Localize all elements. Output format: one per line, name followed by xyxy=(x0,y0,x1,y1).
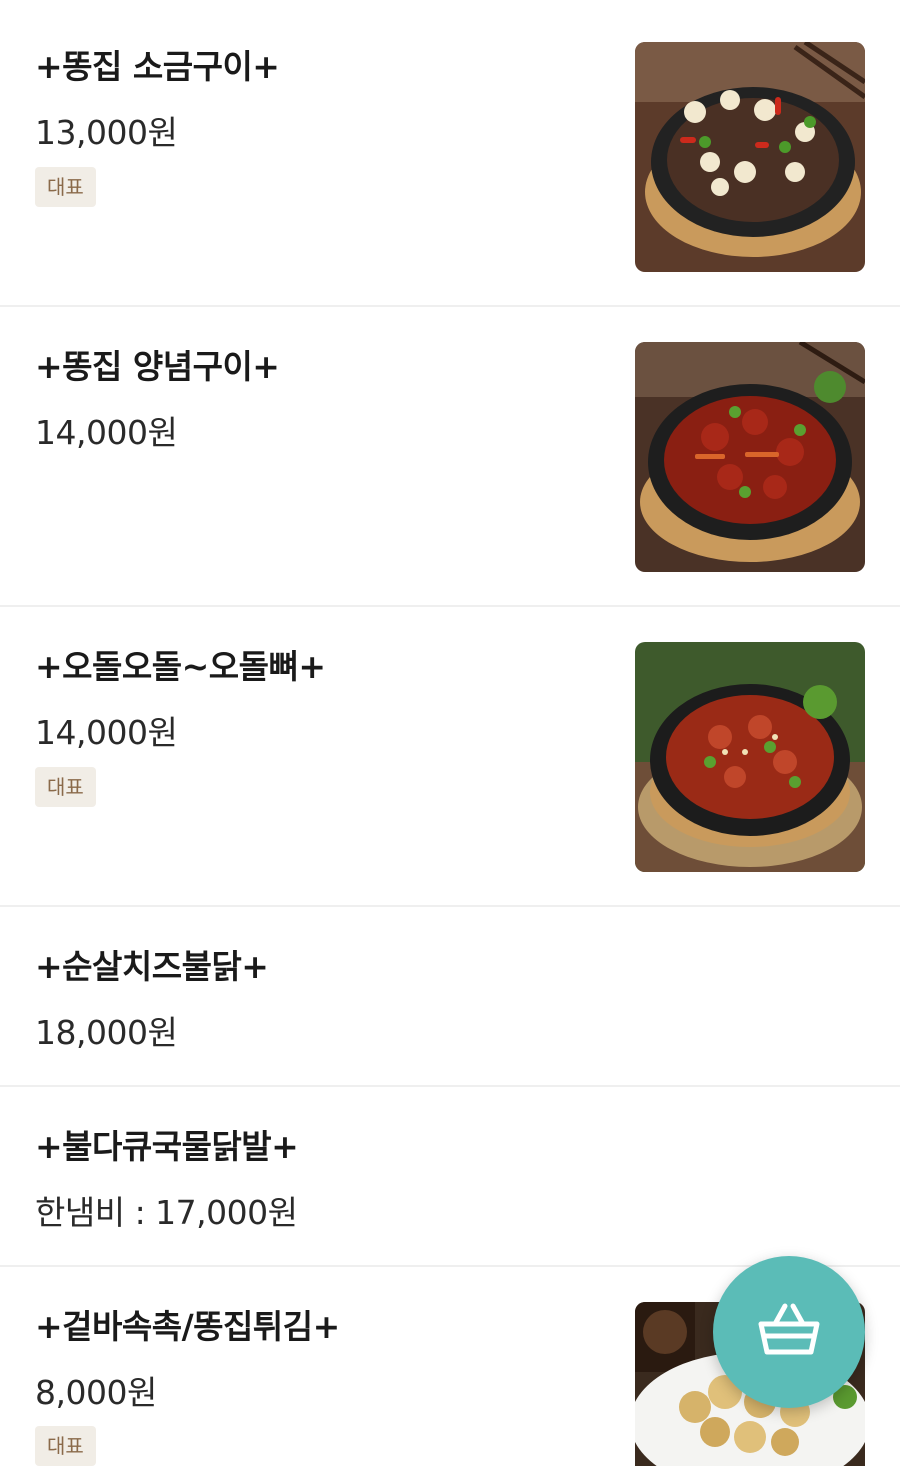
menu-item-name: +겉바속촉/똥집튀김+ xyxy=(35,1307,340,1346)
signature-badge: 대표 xyxy=(35,167,96,207)
salt-grilled-gizzard-photo xyxy=(635,42,865,272)
cartilage-photo xyxy=(635,642,865,872)
menu-item-price: 8,000원 xyxy=(35,1373,157,1412)
cart-button[interactable] xyxy=(713,1256,865,1408)
signature-badge: 대표 xyxy=(35,767,96,807)
signature-badge: 대표 xyxy=(35,1426,96,1466)
menu-item[interactable]: +오돌오돌~오돌뼈+ 14,000원 대표 xyxy=(0,607,900,907)
menu-item-name: +똥집 소금구이+ xyxy=(35,47,280,86)
menu-item-price: 한냄비 : 17,000원 xyxy=(35,1193,298,1232)
menu-item-price: 18,000원 xyxy=(35,1013,178,1052)
menu-item-name: +똥집 양념구이+ xyxy=(35,347,280,386)
menu-item-price: 13,000원 xyxy=(35,113,178,152)
menu-item[interactable]: +순살치즈불닭+ 18,000원 xyxy=(0,907,900,1087)
menu-item-name: +오돌오돌~오돌뼈+ xyxy=(35,647,326,686)
menu-item-price: 14,000원 xyxy=(35,713,178,752)
shopping-basket-icon xyxy=(757,1302,821,1362)
menu-item[interactable]: +불다큐국물닭발+ 한냄비 : 17,000원 xyxy=(0,1087,900,1267)
menu-item-name: +불다큐국물닭발+ xyxy=(35,1127,299,1166)
menu-item-name: +순살치즈불닭+ xyxy=(35,947,269,986)
menu-item[interactable]: +똥집 소금구이+ 13,000원 대표 xyxy=(0,0,900,307)
menu-item[interactable]: +똥집 양념구이+ 14,000원 xyxy=(0,307,900,607)
spicy-grilled-gizzard-photo xyxy=(635,342,865,572)
menu-item-price: 14,000원 xyxy=(35,413,178,452)
